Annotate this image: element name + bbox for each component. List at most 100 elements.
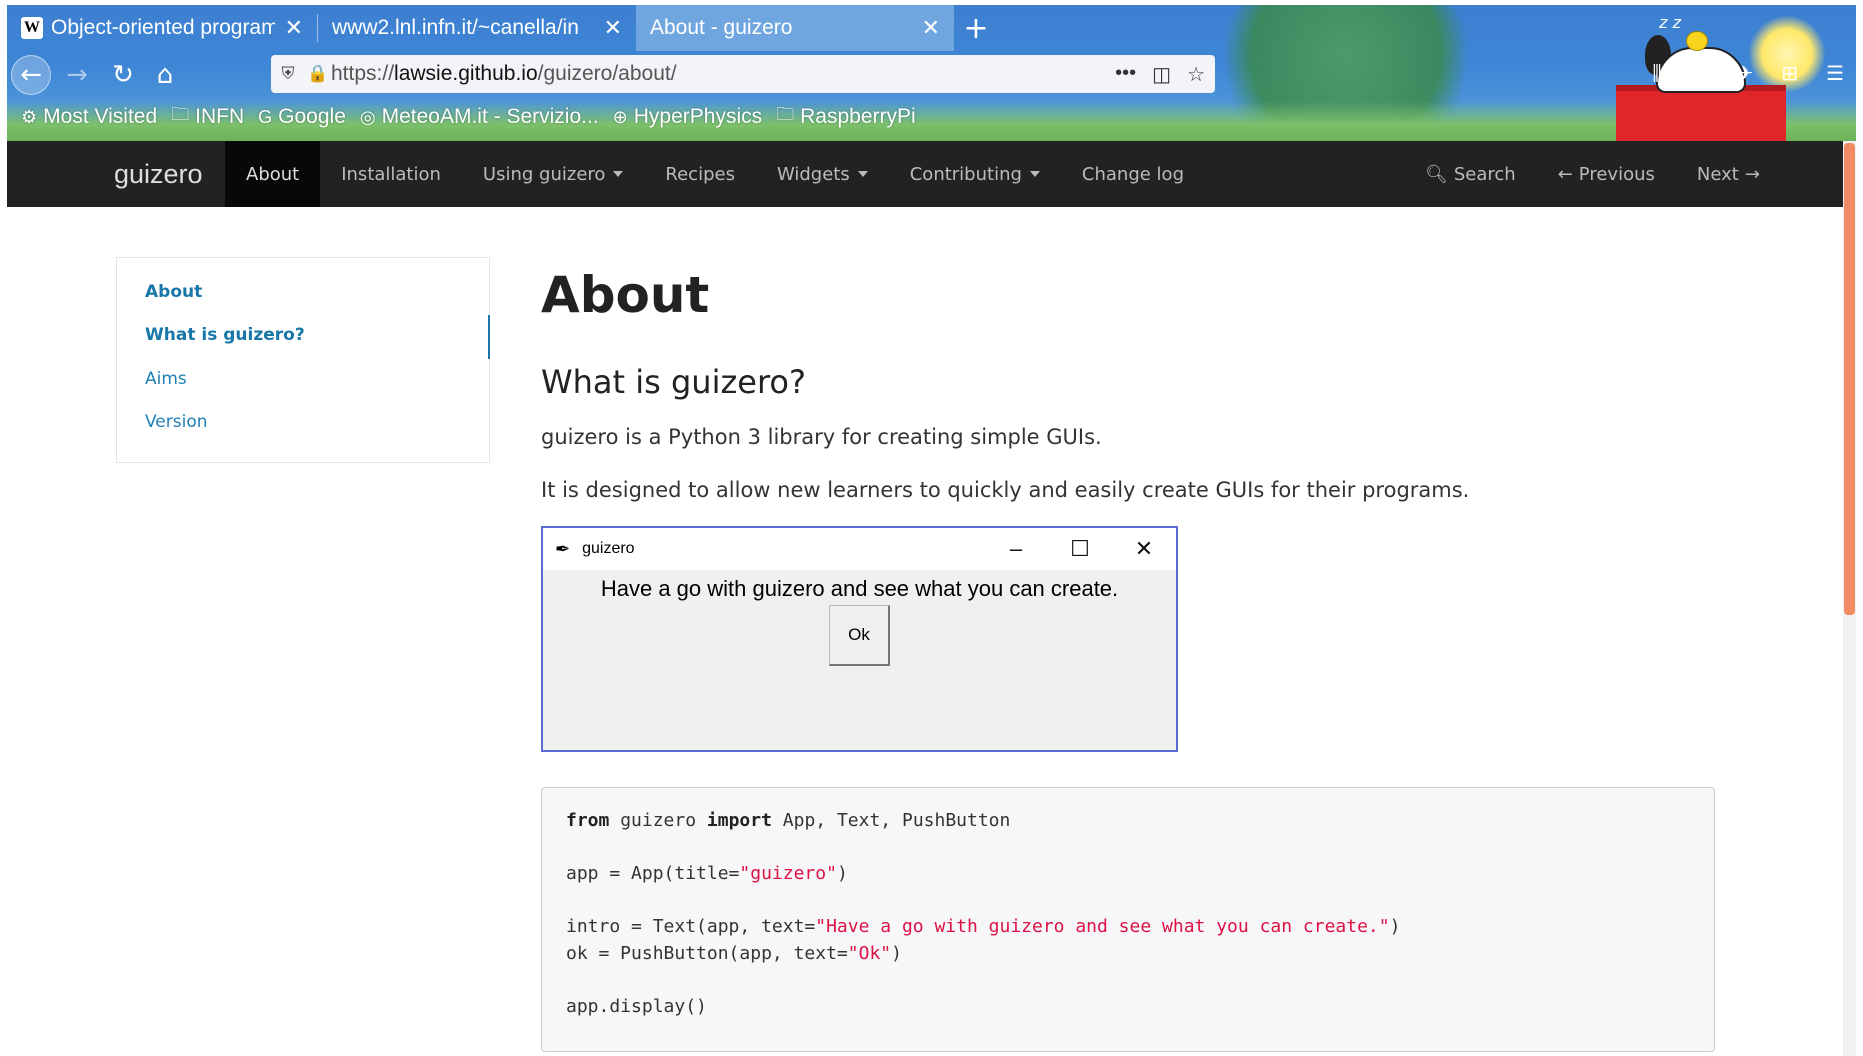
menu-icon[interactable]: ☰ (1826, 61, 1844, 85)
bookmark-label: HyperPhysics (633, 105, 763, 128)
nav-label: Change log (1081, 163, 1184, 185)
bookmark-raspberrypi[interactable]: 🗀 RaspberryPi (776, 102, 916, 132)
browser-chrome: z z W Object-oriented program ✕ www2.lnl… (7, 5, 1856, 141)
toc-link-aims[interactable]: Aims (145, 369, 187, 389)
maximize-icon[interactable]: ☐ (1048, 528, 1112, 570)
tab-guizero[interactable]: About - guizero ✕ (636, 5, 954, 51)
bookmark-label: RaspberryPi (800, 105, 916, 128)
nav-previous[interactable]: ← Previous (1537, 141, 1676, 207)
forward-button[interactable]: → (57, 55, 97, 95)
folder-icon: 🗀 (171, 104, 190, 124)
new-tab-button[interactable]: + (954, 5, 998, 51)
toc-link-version[interactable]: Version (145, 412, 208, 432)
nav-search[interactable]: 🔍︎ Search (1404, 141, 1537, 207)
bookmark-most-visited[interactable]: ⚙ Most Visited (21, 105, 157, 129)
pocket-icon[interactable]: ◫ (1152, 62, 1171, 87)
addons-icon[interactable]: ⊞ (1781, 61, 1798, 85)
back-button[interactable]: ← (11, 55, 51, 95)
bookmark-label: INFN (195, 105, 245, 128)
toc-link-what-is-guizero[interactable]: What is guizero? (145, 325, 305, 345)
close-icon[interactable]: ✕ (285, 15, 303, 41)
search-icon: 🔍︎ (1425, 163, 1448, 185)
nav-label: Widgets (776, 163, 850, 185)
bookmark-meteoam[interactable]: ◎ MeteoAM.it - Servizio... (360, 105, 599, 129)
close-icon[interactable]: ✕ (604, 15, 622, 41)
arrow-left-icon: ← (1557, 163, 1573, 185)
scroll-thumb[interactable] (1844, 143, 1855, 615)
close-icon[interactable]: ✕ (922, 15, 940, 41)
app-window-text: Have a go with guizero and see what you … (600, 576, 1119, 601)
code-block: from guizero import App, Text, PushButto… (541, 787, 1715, 1052)
code-text: ) (891, 942, 902, 964)
page-title: About (541, 266, 710, 324)
page-scrollbar[interactable] (1843, 141, 1856, 1056)
lock-icon[interactable]: 🔒 (305, 64, 331, 84)
toc-link-about[interactable]: About (145, 282, 202, 302)
library-icon[interactable]: ⫼ (1652, 61, 1661, 85)
navigation-toolbar: ← → ↻ ⌂ ⛨ 🔒 https://lawsie.github.io/gui… (7, 51, 1856, 99)
window-controls: – ☐ ✕ (984, 528, 1176, 570)
code-line: from guizero import App, Text, PushButto… (566, 810, 1690, 837)
nav-widgets[interactable]: Widgets (756, 141, 889, 207)
bookmark-hyperphysics[interactable]: ⊕ HyperPhysics (613, 105, 762, 129)
globe-icon: ⊕ (612, 106, 628, 127)
code-string: "Have a go with guizero and see what you… (815, 916, 1390, 937)
nav-label: Contributing (909, 163, 1022, 185)
nav-using-guizero[interactable]: Using guizero (462, 141, 644, 207)
tab-wikipedia[interactable]: W Object-oriented program ✕ (7, 5, 317, 51)
section-title: What is guizero? (541, 363, 806, 401)
code-text: ok = PushButton(app, text= (566, 942, 848, 964)
site-navbar: guizero About Installation Using guizero… (7, 141, 1843, 207)
nav-next[interactable]: Next → (1676, 141, 1781, 207)
home-icon: ⌂ (156, 60, 174, 90)
more-actions-icon[interactable]: ••• (1115, 62, 1136, 87)
nav-contributing[interactable]: Contributing (889, 141, 1061, 207)
nav-about[interactable]: About (225, 141, 321, 207)
code-text: app = App(title= (566, 863, 740, 884)
arrow-right-icon: → (66, 60, 88, 90)
ok-button[interactable]: Ok (829, 605, 890, 666)
feather-icon: ✒ (555, 538, 571, 559)
code-keyword: from (566, 810, 610, 831)
extensions-icon[interactable]: ✈ (1737, 61, 1754, 85)
url-actions: ••• ◫ ☆ (1115, 62, 1205, 87)
nav-label: Search (1453, 163, 1516, 185)
shield-icon[interactable]: ⛨ (271, 64, 305, 84)
nav-label: Previous (1578, 163, 1655, 185)
toolbar-right: ⫼ ▭ ✈ ⊞ ☰ (1652, 61, 1844, 85)
arrow-left-icon: ← (20, 60, 42, 90)
site-brand[interactable]: guizero (114, 141, 203, 207)
code-line: app = App(title="guizero") (566, 863, 1690, 890)
intro-paragraph: guizero is a Python 3 library for creati… (541, 425, 1102, 449)
url-bar[interactable]: ⛨ 🔒 https://lawsie.github.io/guizero/abo… (271, 55, 1215, 93)
description-paragraph: It is designed to allow new learners to … (541, 478, 1470, 502)
nav-recipes[interactable]: Recipes (644, 141, 756, 207)
sidebar-icon[interactable]: ▭ (1690, 61, 1709, 85)
code-line: app.display() (566, 995, 707, 1017)
app-window-titlebar: ✒ guizero – ☐ ✕ (543, 528, 1176, 570)
nav-installation[interactable]: Installation (320, 141, 462, 207)
url-host: lawsie.github.io (394, 62, 538, 85)
home-button[interactable]: ⌂ (145, 55, 185, 95)
close-icon[interactable]: ✕ (1112, 528, 1176, 570)
bookmark-infn[interactable]: 🗀 INFN (171, 102, 244, 132)
toc-active-indicator (488, 315, 490, 359)
url-path: /guizero/about/ (537, 62, 677, 85)
reload-button[interactable]: ↻ (103, 55, 143, 95)
app-window-title: guizero (582, 540, 635, 557)
caret-down-icon (613, 171, 624, 177)
site-nav-right: 🔍︎ Search ← Previous Next → (1404, 141, 1781, 207)
nav-change-log[interactable]: Change log (1061, 141, 1205, 207)
bookmark-star-icon[interactable]: ☆ (1187, 62, 1205, 87)
tab-label: www2.lnl.infn.it/~canella/in (332, 16, 579, 39)
minimize-icon[interactable]: – (984, 528, 1048, 570)
code-line: intro = Text(app, text="Have a go with g… (566, 916, 1690, 943)
bookmark-google[interactable]: G Google (258, 105, 346, 129)
meteo-icon: ◎ (359, 106, 376, 127)
code-text: App, Text, PushButton (771, 810, 1011, 831)
site-nav-items: About Installation Using guizero Recipes… (225, 141, 1205, 207)
tab-lnl[interactable]: www2.lnl.infn.it/~canella/in ✕ (318, 5, 636, 51)
arrow-right-icon: → (1744, 163, 1760, 185)
